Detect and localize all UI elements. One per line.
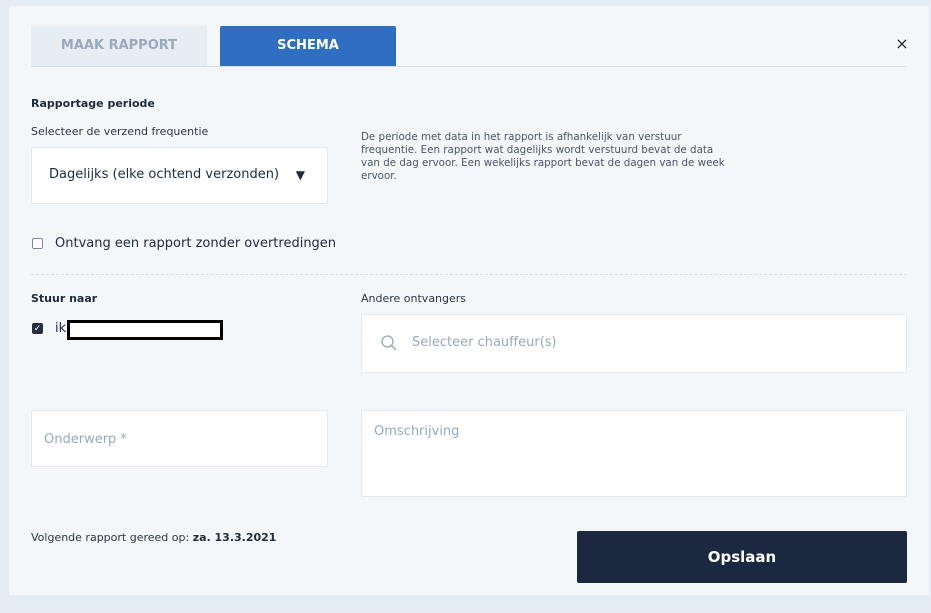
subject-input[interactable]: Onderwerp * — [31, 410, 328, 467]
frequency-selected-value: Dagelijks (elke ochtend verzonden) — [49, 167, 280, 182]
section-title-period: Rapportage periode — [31, 97, 155, 110]
no-violations-checkbox[interactable] — [32, 238, 43, 249]
redacted-email — [67, 320, 223, 340]
subject-placeholder: Onderwerp * — [44, 432, 127, 447]
save-button[interactable]: Opslaan — [577, 531, 907, 583]
frequency-select[interactable]: Dagelijks (elke ochtend verzonden) ▼ — [31, 147, 328, 204]
period-info-text: De periode met data in het rapport is af… — [361, 131, 725, 182]
chevron-down-icon: ▼ — [295, 168, 305, 182]
description-placeholder: Omschrijving — [374, 424, 460, 439]
send-to-self-label: ik — [55, 321, 67, 336]
next-report-date: za. 13.3.2021 — [192, 531, 277, 544]
tab-schema[interactable]: SCHEMA — [220, 26, 396, 66]
driver-search-input[interactable]: Selecteer chauffeur(s) — [361, 314, 907, 373]
search-icon — [381, 335, 397, 351]
description-textarea[interactable]: Omschrijving — [361, 410, 907, 497]
frequency-label: Selecteer de verzend frequentie — [31, 125, 209, 138]
other-recipients-title: Andere ontvangers — [361, 292, 467, 305]
send-to-title: Stuur naar — [31, 292, 98, 305]
schedule-report-modal: MAAK RAPPORT SCHEMA × Rapportage periode… — [9, 6, 929, 595]
close-icon[interactable]: × — [894, 36, 910, 52]
tab-bar: MAAK RAPPORT SCHEMA — [31, 26, 907, 67]
no-violations-label: Ontvang een rapport zonder overtredingen — [55, 236, 337, 251]
next-report-label: Volgende rapport gereed op: — [31, 531, 190, 544]
driver-search-placeholder: Selecteer chauffeur(s) — [412, 335, 557, 350]
divider — [31, 274, 907, 275]
next-report-info: Volgende rapport gereed op: za. 13.3.202… — [31, 531, 276, 544]
send-to-self-checkbox[interactable]: ✓ — [32, 323, 43, 334]
tab-maak-rapport[interactable]: MAAK RAPPORT — [31, 26, 207, 66]
